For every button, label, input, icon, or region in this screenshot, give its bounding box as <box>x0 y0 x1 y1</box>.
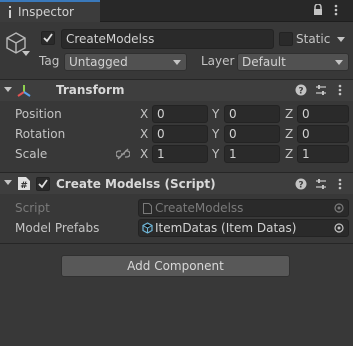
foldout-arrow-icon[interactable] <box>4 87 12 93</box>
static-dropdown-arrow-icon[interactable] <box>337 37 345 43</box>
position-z-label[interactable]: Z <box>285 107 293 121</box>
rotation-z-label[interactable]: Z <box>285 127 293 141</box>
scale-label: Scale <box>15 147 48 161</box>
kebab-menu-icon[interactable] <box>337 178 343 190</box>
help-icon[interactable]: ? <box>295 84 307 96</box>
script-object-field: CreateModelss <box>138 199 349 217</box>
tab-label: Inspector <box>18 5 74 19</box>
object-picker-icon[interactable] <box>334 223 344 233</box>
position-z-input[interactable]: 0 <box>297 105 349 123</box>
layer-label: Layer <box>201 54 235 68</box>
script-value: CreateModelss <box>155 201 244 215</box>
rotation-y-input[interactable]: 0 <box>224 125 280 143</box>
static-label: Static <box>296 32 331 46</box>
kebab-menu-icon[interactable] <box>337 84 343 96</box>
presets-sliders-icon[interactable] <box>315 178 327 190</box>
model-prefabs-object-field[interactable]: ItemDatas (Item Datas) <box>138 219 349 237</box>
checkmark-icon <box>38 179 48 189</box>
rotation-y-label[interactable]: Y <box>212 127 219 141</box>
tag-value: Untagged <box>69 55 128 69</box>
scale-z-label[interactable]: Z <box>285 147 293 161</box>
script-component-title: Create Modelss (Script) <box>56 177 216 191</box>
tab-inspector[interactable]: Inspector <box>0 0 100 22</box>
scriptable-object-icon <box>142 222 153 234</box>
tag-label: Tag <box>39 54 60 68</box>
model-prefabs-value: ItemDatas (Item Datas) <box>155 221 297 235</box>
icon-dropdown-arrow-icon[interactable] <box>22 51 30 57</box>
svg-text:#: # <box>20 181 28 191</box>
scale-z-input[interactable]: 1 <box>297 145 349 163</box>
scale-x-input[interactable]: 1 <box>152 145 208 163</box>
csharp-script-icon: # <box>17 176 31 191</box>
scale-y-label[interactable]: Y <box>212 147 219 161</box>
position-x-label[interactable]: X <box>140 107 148 121</box>
layer-dropdown[interactable]: Default <box>237 53 349 71</box>
active-checkbox[interactable] <box>41 31 55 45</box>
help-icon[interactable]: ? <box>295 178 307 190</box>
tag-dropdown[interactable]: Untagged <box>64 53 187 71</box>
chevron-down-icon <box>173 60 181 65</box>
script-enabled-checkbox[interactable] <box>36 177 50 191</box>
script-label: Script <box>15 201 50 215</box>
scale-x-label[interactable]: X <box>140 147 148 161</box>
scale-y-input[interactable]: 1 <box>224 145 280 163</box>
kebab-menu-icon[interactable] <box>333 4 339 16</box>
rotation-label: Rotation <box>15 127 66 141</box>
rotation-x-input[interactable]: 0 <box>152 125 208 143</box>
object-picker-icon <box>334 203 344 213</box>
position-label: Position <box>15 107 62 121</box>
rotation-x-label[interactable]: X <box>140 127 148 141</box>
position-y-label[interactable]: Y <box>212 107 219 121</box>
info-icon <box>5 6 15 18</box>
add-component-button[interactable]: Add Component <box>61 255 290 277</box>
transform-title: Transform <box>56 83 125 97</box>
object-name-input[interactable]: CreateModelss <box>61 29 274 49</box>
checkmark-icon <box>43 33 53 43</box>
presets-sliders-icon[interactable] <box>315 84 327 96</box>
lock-icon[interactable] <box>313 4 323 16</box>
transform-axes-icon <box>16 83 32 99</box>
divider <box>0 243 353 244</box>
rotation-z-input[interactable]: 0 <box>297 125 349 143</box>
position-y-input[interactable]: 0 <box>224 105 280 123</box>
position-x-input[interactable]: 0 <box>152 105 208 123</box>
constrain-proportions-link-icon[interactable] <box>116 148 130 160</box>
script-file-icon <box>143 203 152 214</box>
foldout-arrow-icon[interactable] <box>4 180 12 186</box>
svg-text:?: ? <box>298 181 303 191</box>
model-prefabs-label: Model Prefabs <box>15 221 100 235</box>
chevron-down-icon <box>335 60 343 65</box>
svg-text:?: ? <box>298 87 303 97</box>
layer-value: Default <box>242 55 286 69</box>
static-checkbox[interactable] <box>279 32 293 46</box>
